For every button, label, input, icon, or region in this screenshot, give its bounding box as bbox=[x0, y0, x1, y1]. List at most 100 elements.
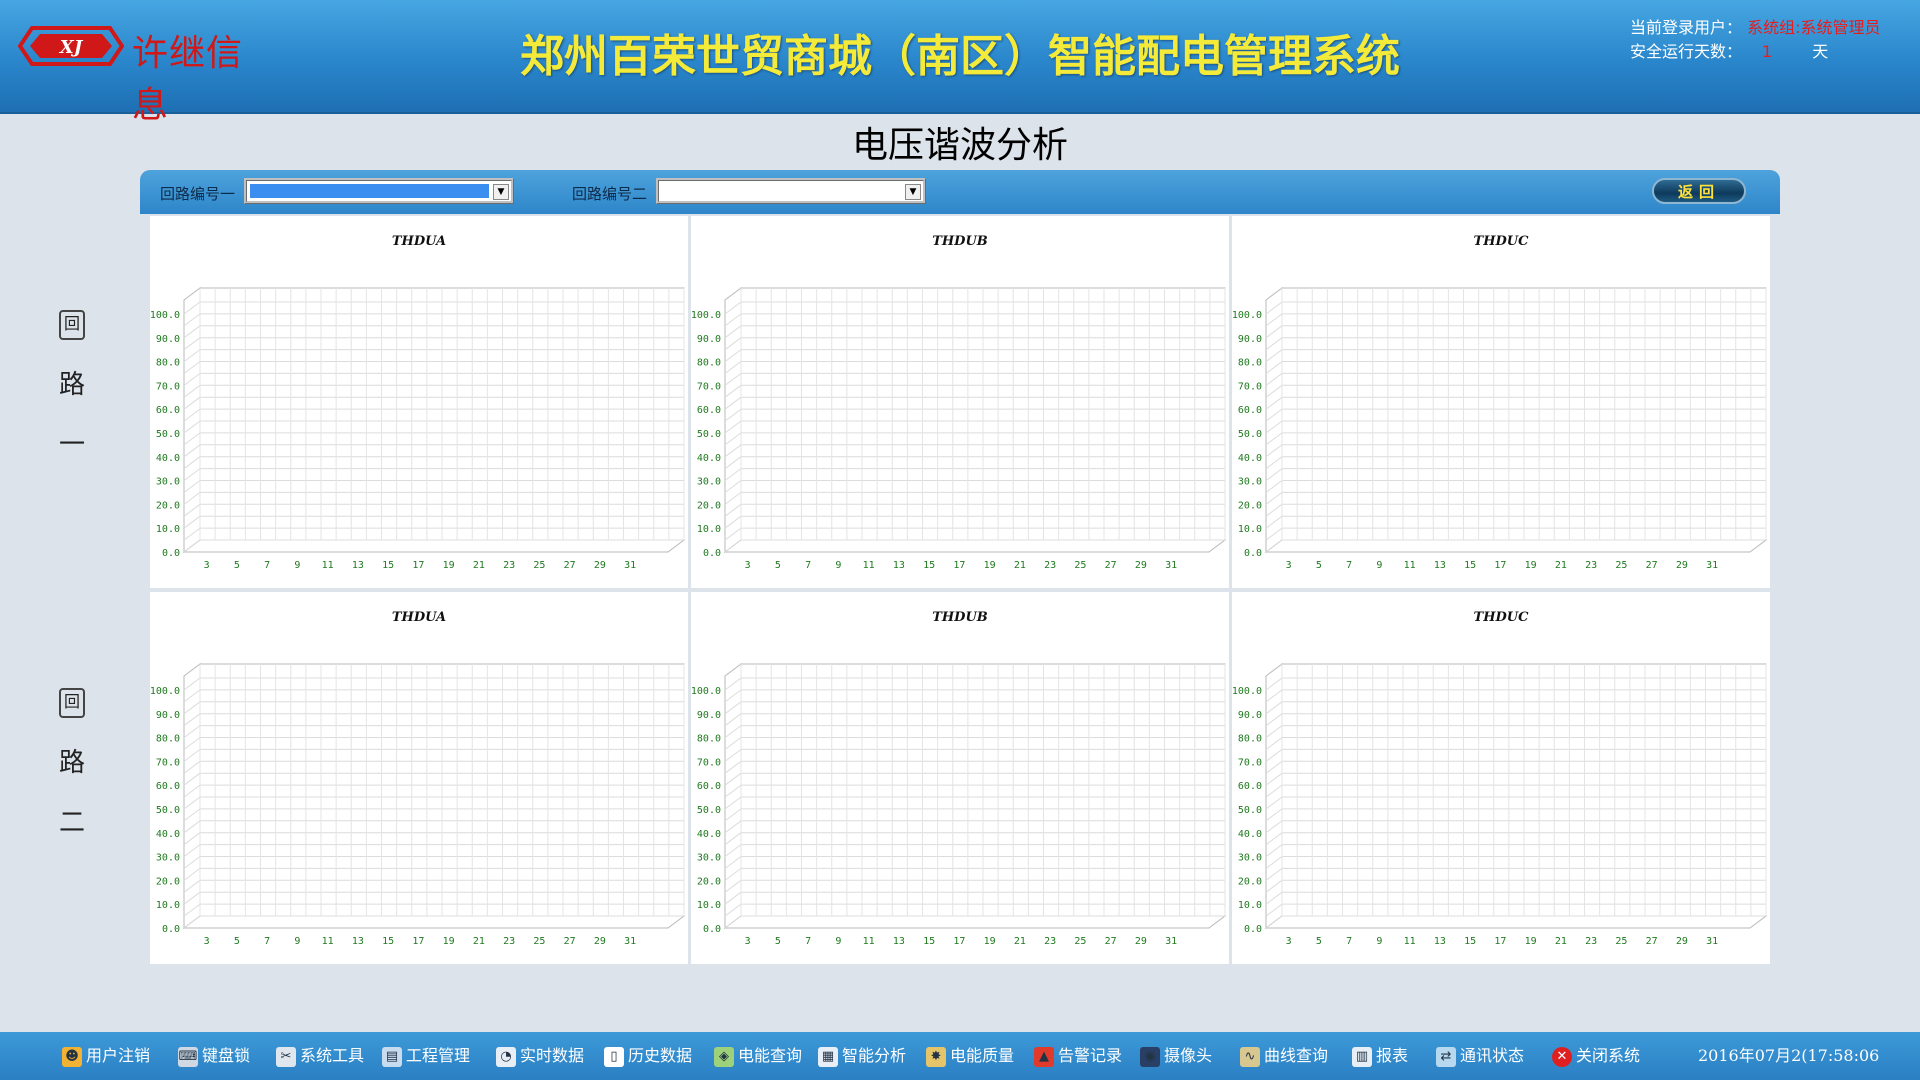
y-tick-label: 20.0 bbox=[697, 500, 721, 511]
y-tick-label: 100.0 bbox=[150, 686, 180, 697]
nav-close-system[interactable]: ✕ 关闭系统 bbox=[1552, 1044, 1640, 1068]
x-tick-label: 29 bbox=[1135, 560, 1147, 571]
y-tick-label: 10.0 bbox=[697, 524, 721, 535]
nav-keyboard-lock[interactable]: ⌨ 键盘锁 bbox=[178, 1044, 250, 1068]
x-tick-label: 5 bbox=[775, 936, 781, 947]
y-tick-label: 0.0 bbox=[162, 548, 180, 559]
x-tick-label: 27 bbox=[564, 936, 576, 947]
circuit1-label: 回路编号一 bbox=[160, 185, 236, 203]
back-button[interactable]: 返回 bbox=[1652, 178, 1746, 204]
nav-realtime[interactable]: ◔ 实时数据 bbox=[496, 1044, 584, 1068]
circuit2-select[interactable]: ▼ bbox=[656, 178, 926, 204]
nav-tools[interactable]: ✂ 系统工具 bbox=[276, 1044, 364, 1068]
nav-label: 历史数据 bbox=[628, 1046, 693, 1065]
y-tick-label: 40.0 bbox=[156, 829, 180, 840]
y-tick-label: 90.0 bbox=[697, 710, 721, 721]
login-info: 当前登录用户： 系统组:系统管理员 安全运行天数： 1 天 bbox=[1630, 16, 1881, 64]
curve-icon: ∿ bbox=[1240, 1046, 1260, 1067]
x-tick-label: 31 bbox=[1165, 936, 1177, 947]
nav-label: 系统工具 bbox=[300, 1046, 365, 1065]
chart-title: THDUC bbox=[1473, 234, 1529, 249]
nav-camera[interactable]: ◉ 摄像头 bbox=[1140, 1044, 1212, 1068]
x-tick-label: 19 bbox=[984, 560, 996, 571]
circuit1-select[interactable]: ▼ bbox=[244, 178, 514, 204]
chart-svg: 0.0 10.0 20.0 30.0 40.0 50.0 60.0 70.0 80.0 90.0 1… bbox=[1232, 663, 1768, 947]
y-tick-label: 10.0 bbox=[697, 900, 721, 911]
chart-circuit2-thdua: 0.0 10.0 20.0 30.0 40.0 50.0 60.0 70.0 80.0 90.0 1… bbox=[150, 592, 688, 964]
x-tick-label: 9 bbox=[835, 936, 841, 947]
nav-alarm[interactable]: ▲ 告警记录 bbox=[1034, 1044, 1122, 1068]
safe-days-value: 1 bbox=[1762, 42, 1773, 61]
chart-floor bbox=[182, 915, 686, 929]
x-tick-label: 11 bbox=[863, 936, 875, 947]
x-tick-label: 7 bbox=[805, 560, 811, 571]
nav-report[interactable]: ▥ 报表 bbox=[1352, 1044, 1408, 1068]
chart-circuit2-thduc: 0.0 10.0 20.0 30.0 40.0 50.0 60.0 70.0 80.0 90.0 1… bbox=[1232, 592, 1770, 964]
x-tick-label: 17 bbox=[412, 560, 424, 571]
chart-svg: 0.0 10.0 20.0 30.0 40.0 50.0 60.0 70.0 80.0 90.0 1… bbox=[150, 287, 686, 571]
side-char: 回 bbox=[59, 688, 85, 718]
chart-svg: 0.0 10.0 20.0 30.0 40.0 50.0 60.0 70.0 80.0 90.0 1… bbox=[150, 663, 686, 947]
chevron-down-icon[interactable]: ▼ bbox=[905, 184, 921, 200]
keyboard-lock-icon: ⌨ bbox=[178, 1046, 198, 1067]
y-tick-label: 30.0 bbox=[156, 477, 180, 488]
chart-title: THDUB bbox=[932, 610, 988, 625]
chart-title: THDUA bbox=[391, 234, 447, 249]
y-tick-label: 70.0 bbox=[156, 757, 180, 768]
y-tick-label: 10.0 bbox=[1238, 900, 1262, 911]
chart-floor bbox=[1264, 539, 1768, 553]
circuit1-selected-value bbox=[250, 184, 489, 198]
y-tick-label: 20.0 bbox=[1238, 876, 1262, 887]
side-char: 路 bbox=[59, 748, 86, 778]
y-tick-label: 100.0 bbox=[691, 686, 721, 697]
report-icon: ▥ bbox=[1352, 1046, 1372, 1067]
x-tick-label: 9 bbox=[835, 560, 841, 571]
safe-days-unit: 天 bbox=[1812, 42, 1829, 61]
y-tick-label: 50.0 bbox=[1238, 429, 1262, 440]
x-tick-label: 3 bbox=[204, 936, 210, 947]
y-tick-label: 90.0 bbox=[1238, 710, 1262, 721]
realtime-icon: ◔ bbox=[496, 1046, 516, 1067]
y-tick-label: 60.0 bbox=[1238, 781, 1262, 792]
x-tick-label: 31 bbox=[624, 560, 636, 571]
x-tick-label: 5 bbox=[1316, 936, 1322, 947]
x-tick-label: 25 bbox=[1074, 936, 1086, 947]
x-tick-label: 13 bbox=[1434, 560, 1446, 571]
y-tick-label: 70.0 bbox=[1238, 381, 1262, 392]
nav-power-quality[interactable]: ✸ 电能质量 bbox=[926, 1044, 1014, 1068]
nav-history[interactable]: ▯ 历史数据 bbox=[604, 1044, 692, 1068]
x-tick-label: 7 bbox=[264, 936, 270, 947]
x-tick-label: 5 bbox=[1316, 560, 1322, 571]
x-tick-label: 7 bbox=[805, 936, 811, 947]
y-tick-label: 20.0 bbox=[1238, 500, 1262, 511]
chart-title: THDUC bbox=[1473, 610, 1529, 625]
y-tick-label: 90.0 bbox=[156, 710, 180, 721]
y-tick-label: 50.0 bbox=[697, 429, 721, 440]
nav-analysis[interactable]: ▦ 智能分析 bbox=[818, 1044, 906, 1068]
x-tick-label: 15 bbox=[923, 560, 935, 571]
nav-curve[interactable]: ∿ 曲线查询 bbox=[1240, 1044, 1328, 1068]
bottom-nav-bar: 2016年07月2(17:58:06 ☻ 用户注销 ⌨ 键盘锁 ✂ 系统工具 ▤ 工程管理 ◔ 实… bbox=[0, 1032, 1920, 1080]
x-tick-label: 21 bbox=[1555, 560, 1567, 571]
x-tick-label: 13 bbox=[352, 560, 364, 571]
y-tick-label: 30.0 bbox=[1238, 477, 1262, 488]
y-tick-label: 30.0 bbox=[1238, 853, 1262, 864]
nav-label: 报表 bbox=[1376, 1046, 1409, 1065]
circuit2-selected-value bbox=[662, 184, 901, 198]
nav-user-logout[interactable]: ☻ 用户注销 bbox=[62, 1044, 150, 1068]
chevron-down-icon[interactable]: ▼ bbox=[493, 184, 509, 200]
login-user-label: 当前登录用户： bbox=[1630, 18, 1743, 37]
nav-project[interactable]: ▤ 工程管理 bbox=[382, 1044, 470, 1068]
y-tick-label: 70.0 bbox=[1238, 757, 1262, 768]
circuit2-side-label: 回 路 二 bbox=[56, 688, 88, 868]
tools-icon: ✂ bbox=[276, 1046, 296, 1067]
x-tick-label: 17 bbox=[1494, 936, 1506, 947]
project-icon: ▤ bbox=[382, 1046, 402, 1067]
y-tick-label: 10.0 bbox=[1238, 524, 1262, 535]
nav-comm-status[interactable]: ⇄ 通讯状态 bbox=[1436, 1044, 1524, 1068]
nav-label: 实时数据 bbox=[520, 1046, 585, 1065]
x-tick-label: 29 bbox=[1676, 936, 1688, 947]
y-tick-label: 0.0 bbox=[1244, 548, 1262, 559]
nav-energy-query[interactable]: ◈ 电能查询 bbox=[714, 1044, 802, 1068]
y-tick-label: 20.0 bbox=[156, 876, 180, 887]
